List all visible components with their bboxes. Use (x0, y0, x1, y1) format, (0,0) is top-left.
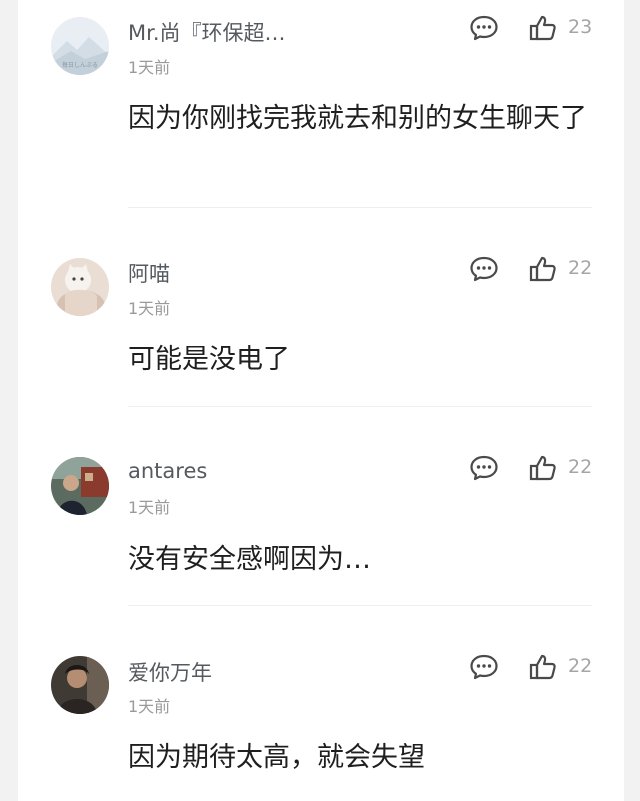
thumbs-up-icon (529, 654, 556, 680)
comment-text: 没有安全感啊因为… (128, 544, 371, 575)
comment-list: 毎日しんぶる Mr.尚『环保超… 1天前 23 因为你刚找完我就去和别的女生聊天… (18, 0, 624, 801)
divider (128, 207, 592, 208)
comment-bubble-icon (470, 15, 498, 41)
comment-text: 可能是没电了 (128, 344, 290, 375)
comment-bubble-icon (470, 455, 498, 481)
thumbs-up-icon (529, 256, 556, 282)
like-count: 22 (568, 655, 593, 677)
reply-button[interactable] (469, 454, 499, 482)
like-count: 22 (568, 456, 593, 478)
like-button[interactable]: 22 (528, 653, 608, 681)
avatar[interactable]: 毎日しんぶる (51, 17, 109, 75)
like-count: 22 (568, 257, 593, 279)
username[interactable]: 阿喵 (128, 258, 170, 288)
username[interactable]: antares (128, 459, 207, 483)
comment-time: 1天前 (128, 299, 171, 318)
comment-time: 1天前 (128, 58, 171, 77)
like-button[interactable]: 23 (528, 14, 608, 42)
avatar-text: 毎日しんぶる (62, 61, 98, 69)
thumbs-up-icon (529, 15, 556, 41)
comment-time: 1天前 (128, 498, 171, 517)
comment-time: 1天前 (128, 697, 171, 716)
username[interactable]: 爱你万年 (128, 657, 212, 687)
comment-text: 因为你刚找完我就去和别的女生聊天了 (128, 103, 587, 134)
like-button[interactable]: 22 (528, 255, 608, 283)
reply-button[interactable] (469, 14, 499, 42)
reply-button[interactable] (469, 653, 499, 681)
avatar[interactable] (51, 457, 109, 515)
username[interactable]: Mr.尚『环保超… (128, 17, 286, 47)
avatar[interactable] (51, 258, 109, 316)
divider (128, 605, 592, 606)
comment-text: 因为期待太高，就会失望 (128, 742, 425, 773)
like-button[interactable]: 22 (528, 454, 608, 482)
like-count: 23 (568, 16, 593, 38)
comment-bubble-icon (470, 654, 498, 680)
avatar[interactable] (51, 656, 109, 714)
reply-button[interactable] (469, 255, 499, 283)
divider (128, 406, 592, 407)
comment-bubble-icon (470, 256, 498, 282)
thumbs-up-icon (529, 455, 556, 481)
